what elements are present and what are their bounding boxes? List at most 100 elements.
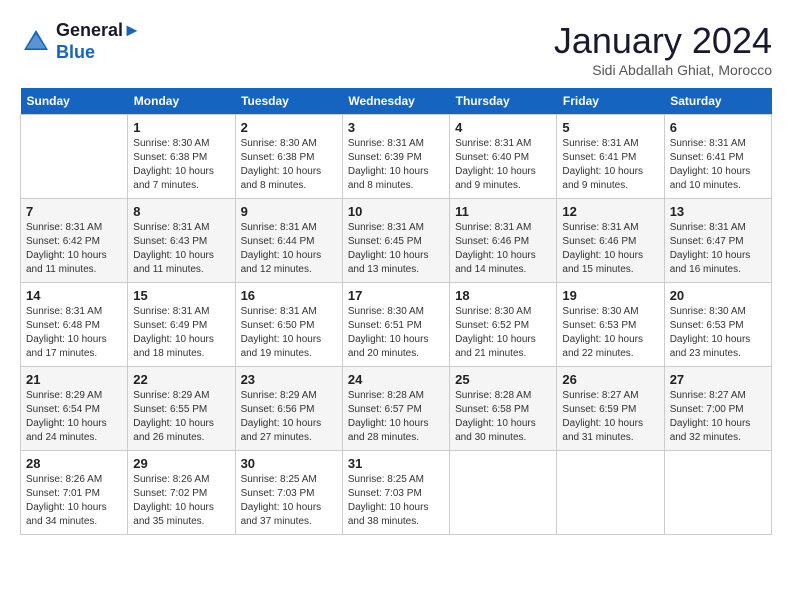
header-friday: Friday [557, 88, 664, 115]
calendar-cell: 18 Sunrise: 8:30 AMSunset: 6:52 PMDayligh… [450, 283, 557, 367]
header-monday: Monday [128, 88, 235, 115]
day-info: Sunrise: 8:28 AMSunset: 6:58 PMDaylight:… [455, 389, 551, 445]
calendar-header-row: SundayMondayTuesdayWednesdayThursdayFrid… [21, 88, 772, 115]
calendar-cell: 29Sunrise: 8:26 AMSunset: 7:02 PMDayligh… [128, 451, 235, 535]
calendar-cell: 24 Sunrise: 8:28 AMSunset: 6:57 PMDayligh… [342, 367, 449, 451]
day-info: Sunrise: 8:27 AMSunset: 7:00 PMDaylight:… [670, 389, 766, 445]
day-number: 17 [348, 288, 444, 303]
location-subtitle: Sidi Abdallah Ghiat, Morocco [554, 62, 772, 78]
day-info: Sunrise: 8:31 AMSunset: 6:41 PMDaylight:… [670, 137, 766, 193]
day-info: Sunrise: 8:31 AMSunset: 6:45 PMDaylight:… [348, 221, 444, 277]
day-info: Sunrise: 8:31 AMSunset: 6:40 PMDaylight:… [455, 137, 551, 193]
calendar-cell: 20 Sunrise: 8:30 AMSunset: 6:53 PMDayligh… [664, 283, 771, 367]
day-number: 4 [455, 120, 551, 135]
day-info: Sunrise: 8:31 AMSunset: 6:47 PMDaylight:… [670, 221, 766, 277]
day-info: Sunrise: 8:30 AMSunset: 6:38 PMDaylight:… [133, 137, 229, 193]
calendar-week-row: 1 Sunrise: 8:30 AMSunset: 6:38 PMDaylight… [21, 115, 772, 199]
day-info: Sunrise: 8:28 AMSunset: 6:57 PMDaylight:… [348, 389, 444, 445]
day-number: 18 [455, 288, 551, 303]
day-info: Sunrise: 8:30 AMSunset: 6:38 PMDaylight:… [241, 137, 337, 193]
day-info: Sunrise: 8:30 AMSunset: 6:53 PMDaylight:… [562, 305, 658, 361]
calendar-cell: 4 Sunrise: 8:31 AMSunset: 6:40 PMDaylight… [450, 115, 557, 199]
day-info: Sunrise: 8:31 AMSunset: 6:42 PMDaylight:… [26, 221, 122, 277]
day-number: 23 [241, 372, 337, 387]
day-number: 24 [348, 372, 444, 387]
calendar-cell: 2 Sunrise: 8:30 AMSunset: 6:38 PMDaylight… [235, 115, 342, 199]
day-number: 9 [241, 204, 337, 219]
calendar-cell: 27Sunrise: 8:27 AMSunset: 7:00 PMDayligh… [664, 367, 771, 451]
day-info: Sunrise: 8:30 AMSunset: 6:52 PMDaylight:… [455, 305, 551, 361]
day-number: 3 [348, 120, 444, 135]
day-info: Sunrise: 8:25 AMSunset: 7:03 PMDaylight:… [348, 473, 444, 529]
header-thursday: Thursday [450, 88, 557, 115]
calendar-cell: 16 Sunrise: 8:31 AMSunset: 6:50 PMDayligh… [235, 283, 342, 367]
calendar-week-row: 7Sunrise: 8:31 AMSunset: 6:42 PMDaylight… [21, 199, 772, 283]
day-number: 12 [562, 204, 658, 219]
day-info: Sunrise: 8:31 AMSunset: 6:46 PMDaylight:… [455, 221, 551, 277]
calendar-cell: 30 Sunrise: 8:25 AMSunset: 7:03 PMDayligh… [235, 451, 342, 535]
day-info: Sunrise: 8:31 AMSunset: 6:46 PMDaylight:… [562, 221, 658, 277]
day-info: Sunrise: 8:31 AMSunset: 6:50 PMDaylight:… [241, 305, 337, 361]
calendar-cell [557, 451, 664, 535]
day-info: Sunrise: 8:31 AMSunset: 6:48 PMDaylight:… [26, 305, 122, 361]
day-info: Sunrise: 8:26 AMSunset: 7:01 PMDaylight:… [26, 473, 122, 529]
day-info: Sunrise: 8:29 AMSunset: 6:55 PMDaylight:… [133, 389, 229, 445]
day-info: Sunrise: 8:31 AMSunset: 6:43 PMDaylight:… [133, 221, 229, 277]
day-info: Sunrise: 8:27 AMSunset: 6:59 PMDaylight:… [562, 389, 658, 445]
header-tuesday: Tuesday [235, 88, 342, 115]
calendar-cell [21, 115, 128, 199]
calendar-cell: 6 Sunrise: 8:31 AMSunset: 6:41 PMDaylight… [664, 115, 771, 199]
day-info: Sunrise: 8:31 AMSunset: 6:49 PMDaylight:… [133, 305, 229, 361]
calendar-cell: 25 Sunrise: 8:28 AMSunset: 6:58 PMDayligh… [450, 367, 557, 451]
day-number: 11 [455, 204, 551, 219]
day-info: Sunrise: 8:31 AMSunset: 6:39 PMDaylight:… [348, 137, 444, 193]
day-number: 16 [241, 288, 337, 303]
day-number: 22 [133, 372, 229, 387]
day-number: 19 [562, 288, 658, 303]
calendar-cell [664, 451, 771, 535]
day-info: Sunrise: 8:26 AMSunset: 7:02 PMDaylight:… [133, 473, 229, 529]
day-number: 25 [455, 372, 551, 387]
calendar-cell: 26Sunrise: 8:27 AMSunset: 6:59 PMDayligh… [557, 367, 664, 451]
day-number: 10 [348, 204, 444, 219]
calendar-cell: 14 Sunrise: 8:31 AMSunset: 6:48 PMDayligh… [21, 283, 128, 367]
calendar-cell: 3 Sunrise: 8:31 AMSunset: 6:39 PMDaylight… [342, 115, 449, 199]
calendar-cell: 13Sunrise: 8:31 AMSunset: 6:47 PMDayligh… [664, 199, 771, 283]
logo-icon [20, 26, 52, 58]
month-title: January 2024 [554, 20, 772, 62]
calendar-cell: 10 Sunrise: 8:31 AMSunset: 6:45 PMDayligh… [342, 199, 449, 283]
calendar-cell: 22 Sunrise: 8:29 AMSunset: 6:55 PMDayligh… [128, 367, 235, 451]
day-number: 30 [241, 456, 337, 471]
day-info: Sunrise: 8:29 AMSunset: 6:56 PMDaylight:… [241, 389, 337, 445]
header-wednesday: Wednesday [342, 88, 449, 115]
logo-text: General► Blue [56, 20, 141, 63]
calendar-cell: 9 Sunrise: 8:31 AMSunset: 6:44 PMDaylight… [235, 199, 342, 283]
calendar-table: SundayMondayTuesdayWednesdayThursdayFrid… [20, 88, 772, 535]
calendar-cell: 7Sunrise: 8:31 AMSunset: 6:42 PMDaylight… [21, 199, 128, 283]
day-number: 31 [348, 456, 444, 471]
calendar-week-row: 28Sunrise: 8:26 AMSunset: 7:01 PMDayligh… [21, 451, 772, 535]
header-saturday: Saturday [664, 88, 771, 115]
header-sunday: Sunday [21, 88, 128, 115]
calendar-cell: 17Sunrise: 8:30 AMSunset: 6:51 PMDayligh… [342, 283, 449, 367]
day-info: Sunrise: 8:31 AMSunset: 6:41 PMDaylight:… [562, 137, 658, 193]
day-number: 21 [26, 372, 122, 387]
day-number: 14 [26, 288, 122, 303]
calendar-cell [450, 451, 557, 535]
day-number: 6 [670, 120, 766, 135]
calendar-cell: 8Sunrise: 8:31 AMSunset: 6:43 PMDaylight… [128, 199, 235, 283]
calendar-cell: 1 Sunrise: 8:30 AMSunset: 6:38 PMDaylight… [128, 115, 235, 199]
calendar-cell: 21Sunrise: 8:29 AMSunset: 6:54 PMDayligh… [21, 367, 128, 451]
day-number: 15 [133, 288, 229, 303]
day-info: Sunrise: 8:30 AMSunset: 6:53 PMDaylight:… [670, 305, 766, 361]
day-info: Sunrise: 8:31 AMSunset: 6:44 PMDaylight:… [241, 221, 337, 277]
day-number: 5 [562, 120, 658, 135]
day-number: 1 [133, 120, 229, 135]
calendar-week-row: 14 Sunrise: 8:31 AMSunset: 6:48 PMDayligh… [21, 283, 772, 367]
calendar-cell: 19 Sunrise: 8:30 AMSunset: 6:53 PMDayligh… [557, 283, 664, 367]
page-header: General► Blue January 2024 Sidi Abdallah… [20, 20, 772, 78]
calendar-cell: 12 Sunrise: 8:31 AMSunset: 6:46 PMDayligh… [557, 199, 664, 283]
day-info: Sunrise: 8:25 AMSunset: 7:03 PMDaylight:… [241, 473, 337, 529]
day-number: 2 [241, 120, 337, 135]
day-number: 20 [670, 288, 766, 303]
